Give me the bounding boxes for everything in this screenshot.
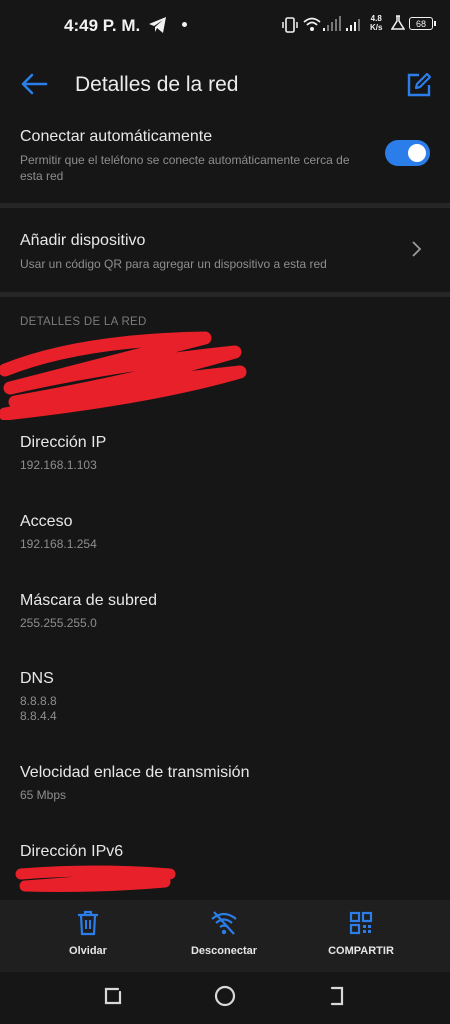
redacted-ipv6 bbox=[15, 864, 180, 903]
add-device-title: Añadir dispositivo bbox=[20, 232, 146, 249]
home-icon[interactable] bbox=[213, 984, 237, 1013]
disconnect-button[interactable]: Desconectar bbox=[169, 910, 279, 957]
network-speed: 4.8 K/s bbox=[370, 14, 382, 32]
auto-connect-subtitle: Permitir que el teléfono se conecte auto… bbox=[20, 153, 350, 183]
recent-apps-icon[interactable] bbox=[101, 984, 125, 1013]
speed-value: 4.8 bbox=[370, 14, 382, 23]
auto-connect-title: Conectar automáticamente bbox=[20, 128, 213, 145]
back-nav-icon[interactable] bbox=[325, 984, 349, 1013]
signal-2-icon bbox=[345, 15, 365, 38]
back-arrow-icon[interactable] bbox=[20, 72, 48, 101]
trash-icon bbox=[76, 910, 100, 940]
auto-connect-toggle[interactable] bbox=[385, 140, 430, 166]
detail-ip-address: Dirección IP 192.168.1.103 bbox=[20, 434, 106, 473]
share-button[interactable]: COMPARTIR bbox=[306, 910, 416, 957]
detail-label: Dirección IP bbox=[20, 434, 107, 451]
forget-button[interactable]: Olvidar bbox=[33, 910, 143, 957]
detail-link-speed: Velocidad enlace de transmisión 65 Mbps bbox=[20, 764, 249, 803]
disconnect-label: Desconectar bbox=[190, 945, 258, 957]
system-nav-bar bbox=[0, 972, 450, 1024]
dns-primary: 8.8.8.8 bbox=[20, 694, 57, 708]
add-device-subtitle: Usar un código QR para agregar un dispos… bbox=[20, 257, 327, 271]
redacted-network-name bbox=[0, 330, 250, 425]
battery-indicator: 68 bbox=[409, 17, 436, 30]
divider bbox=[0, 292, 450, 297]
share-label: COMPARTIR bbox=[328, 945, 394, 957]
vibrate-icon bbox=[282, 16, 298, 39]
detail-label: Velocidad enlace de transmisión bbox=[20, 764, 250, 781]
divider bbox=[0, 203, 450, 208]
notification-dot-icon bbox=[182, 22, 187, 27]
detail-value: 192.168.1.254 bbox=[20, 537, 97, 551]
detail-label: Dirección IPv6 bbox=[20, 843, 124, 860]
forget-label: Olvidar bbox=[69, 945, 107, 957]
telegram-icon bbox=[148, 16, 168, 39]
edit-icon[interactable] bbox=[406, 72, 432, 103]
status-bar: 4:49 P. M. 4.8 K/s 68 bbox=[0, 0, 450, 52]
chevron-right-icon bbox=[410, 240, 422, 263]
detail-value: 8.8.8.8 8.8.4.4 bbox=[20, 694, 57, 724]
page-title: Detalles de la red bbox=[75, 73, 239, 96]
detail-value: 192.168.1.103 bbox=[20, 458, 97, 472]
detail-label: DNS bbox=[20, 670, 54, 687]
auto-connect-row[interactable]: Conectar automáticamente Permitir que el… bbox=[0, 118, 450, 203]
status-time: 4:49 P. M. bbox=[64, 16, 141, 35]
wifi-icon bbox=[303, 15, 321, 38]
detail-label: Acceso bbox=[20, 513, 73, 530]
detail-subnet-mask: Máscara de subred 255.255.255.0 bbox=[20, 592, 157, 631]
add-device-row[interactable]: Añadir dispositivo Usar un código QR par… bbox=[0, 210, 450, 292]
section-header: DETALLES DE LA RED bbox=[20, 316, 147, 328]
signal-1-icon bbox=[322, 15, 342, 38]
detail-value: 255.255.255.0 bbox=[20, 616, 97, 630]
detail-gateway: Acceso 192.168.1.254 bbox=[20, 513, 97, 552]
toggle-knob bbox=[408, 144, 426, 162]
dns-secondary: 8.8.4.4 bbox=[20, 709, 57, 723]
flask-icon bbox=[390, 15, 406, 36]
speed-unit: K/s bbox=[370, 23, 383, 32]
app-header: Detalles de la red bbox=[0, 52, 450, 116]
detail-dns: DNS 8.8.8.8 8.8.4.4 bbox=[20, 670, 57, 724]
wifi-off-icon bbox=[210, 911, 238, 940]
detail-value: 65 Mbps bbox=[20, 788, 67, 802]
detail-label: Máscara de subred bbox=[20, 592, 157, 609]
qr-code-icon bbox=[349, 911, 373, 940]
bottom-action-bar: Olvidar Desconectar COMPARTIR bbox=[0, 900, 450, 972]
